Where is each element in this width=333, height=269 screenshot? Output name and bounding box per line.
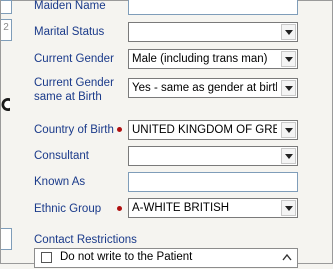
consultant-dropdown-button[interactable] <box>281 148 296 164</box>
required-dot-icon <box>117 127 122 132</box>
do-not-write-checkbox[interactable] <box>41 252 52 263</box>
help-icon[interactable] <box>1 98 15 111</box>
required-dot-icon <box>117 206 122 211</box>
country-of-birth-label: Country of Birth <box>34 124 114 136</box>
marital-status-label: Marital Status <box>34 26 105 38</box>
chevron-down-icon <box>285 57 293 62</box>
do-not-write-label: Do not write to the Patient <box>60 251 193 263</box>
consultant-label: Consultant <box>34 150 89 162</box>
ethnic-group-select[interactable]: A-WHITE BRITISH <box>128 198 298 218</box>
chevron-down-icon <box>285 128 293 133</box>
known-as-input[interactable] <box>128 172 298 192</box>
current-gender-value: Male (including trans man) <box>132 53 268 65</box>
maiden-name-label: Maiden Name <box>34 0 106 12</box>
left-neighbor-number: 2 <box>3 22 9 33</box>
ethnic-group-label: Ethnic Group <box>34 203 102 215</box>
patient-details-panel: 2 Maiden Name Marital Status Current Gen… <box>0 0 333 268</box>
country-of-birth-select[interactable]: UNITED KINGDOM OF GREAT BRITAIN <box>128 120 298 140</box>
left-neighbor-field[interactable] <box>1 228 12 250</box>
gender-same-at-birth-select[interactable]: Yes - same as gender at birth <box>128 78 298 98</box>
contact-restrictions-list[interactable]: Do not write to the Patient <box>34 248 298 268</box>
gender-same-at-birth-dropdown-button[interactable] <box>281 80 296 96</box>
maiden-name-input[interactable] <box>128 0 298 15</box>
chevron-down-icon <box>285 30 293 35</box>
gender-same-at-birth-label-line2: same at Birth <box>34 91 102 103</box>
consultant-select[interactable] <box>128 146 298 166</box>
country-of-birth-dropdown-button[interactable] <box>281 122 296 138</box>
known-as-label: Known As <box>34 176 86 188</box>
ethnic-group-dropdown-button[interactable] <box>281 200 296 216</box>
marital-status-dropdown-button[interactable] <box>281 24 296 40</box>
contact-restrictions-label: Contact Restrictions <box>34 234 137 246</box>
marital-status-select[interactable] <box>128 22 298 42</box>
left-neighbor-field[interactable] <box>1 0 12 14</box>
chevron-down-icon <box>285 86 293 91</box>
ethnic-group-value: A-WHITE BRITISH <box>132 202 230 214</box>
current-gender-select[interactable]: Male (including trans man) <box>128 49 298 69</box>
current-gender-label: Current Gender <box>34 53 114 65</box>
chevron-down-icon <box>285 154 293 159</box>
chevron-down-icon <box>285 206 293 211</box>
gender-same-at-birth-value: Yes - same as gender at birth <box>132 82 277 94</box>
current-gender-dropdown-button[interactable] <box>281 51 296 67</box>
gender-same-at-birth-label-line1: Current Gender <box>34 77 114 89</box>
country-of-birth-value: UNITED KINGDOM OF GREAT BRITAIN <box>132 124 277 136</box>
